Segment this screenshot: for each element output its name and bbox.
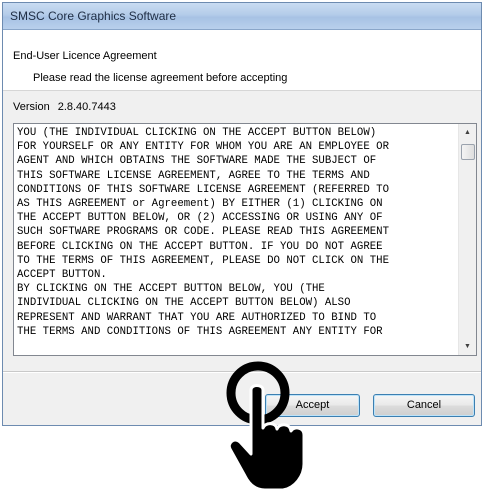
header-title: End-User Licence Agreement (13, 50, 157, 62)
title-bar[interactable]: SMSC Core Graphics Software (3, 3, 481, 30)
scroll-down-arrow-icon[interactable]: ▼ (459, 338, 476, 355)
scroll-up-arrow-icon[interactable]: ▲ (459, 124, 476, 141)
pointing-hand-icon (226, 361, 306, 492)
license-scrollbar[interactable]: ▲ ▼ (458, 124, 476, 355)
window-title: SMSC Core Graphics Software (10, 9, 177, 23)
version-value: 2.8.40.7443 (57, 101, 116, 113)
scroll-thumb[interactable] (461, 144, 475, 160)
version-row: Version 2.8.40.7443 (13, 101, 116, 113)
cancel-button[interactable]: Cancel (373, 394, 475, 417)
license-text-box[interactable]: YOU (THE INDIVIDUAL CLICKING ON THE ACCE… (13, 123, 477, 356)
header-subtitle: Please read the license agreement before… (33, 72, 288, 84)
dialog-header: End-User Licence Agreement Please read t… (3, 30, 481, 91)
license-text: YOU (THE INDIVIDUAL CLICKING ON THE ACCE… (17, 127, 389, 338)
version-label: Version (13, 101, 50, 113)
